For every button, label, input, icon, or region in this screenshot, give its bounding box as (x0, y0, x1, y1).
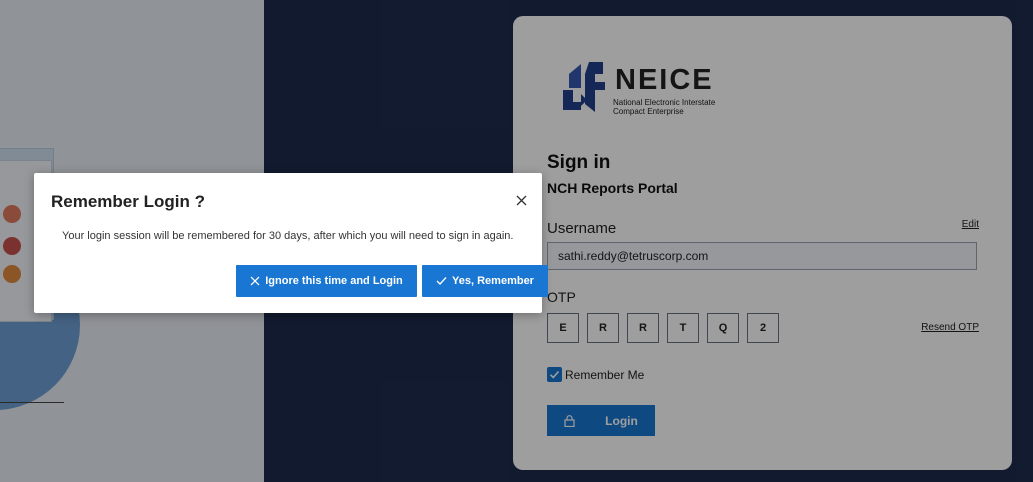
close-button[interactable] (510, 189, 532, 211)
remember-login-dialog: Remember Login ? Your login session will… (34, 173, 548, 313)
dialog-title: Remember Login ? (51, 192, 205, 211)
ignore-button-label: Ignore this time and Login (265, 275, 403, 287)
check-icon (436, 277, 447, 285)
yes-button-label: Yes, Remember (452, 275, 534, 287)
ignore-and-login-button[interactable]: Ignore this time and Login (236, 265, 417, 297)
x-icon (250, 276, 260, 286)
dialog-message: Your login session will be remembered fo… (62, 230, 514, 242)
close-icon (516, 195, 526, 205)
yes-remember-button[interactable]: Yes, Remember (422, 265, 548, 297)
